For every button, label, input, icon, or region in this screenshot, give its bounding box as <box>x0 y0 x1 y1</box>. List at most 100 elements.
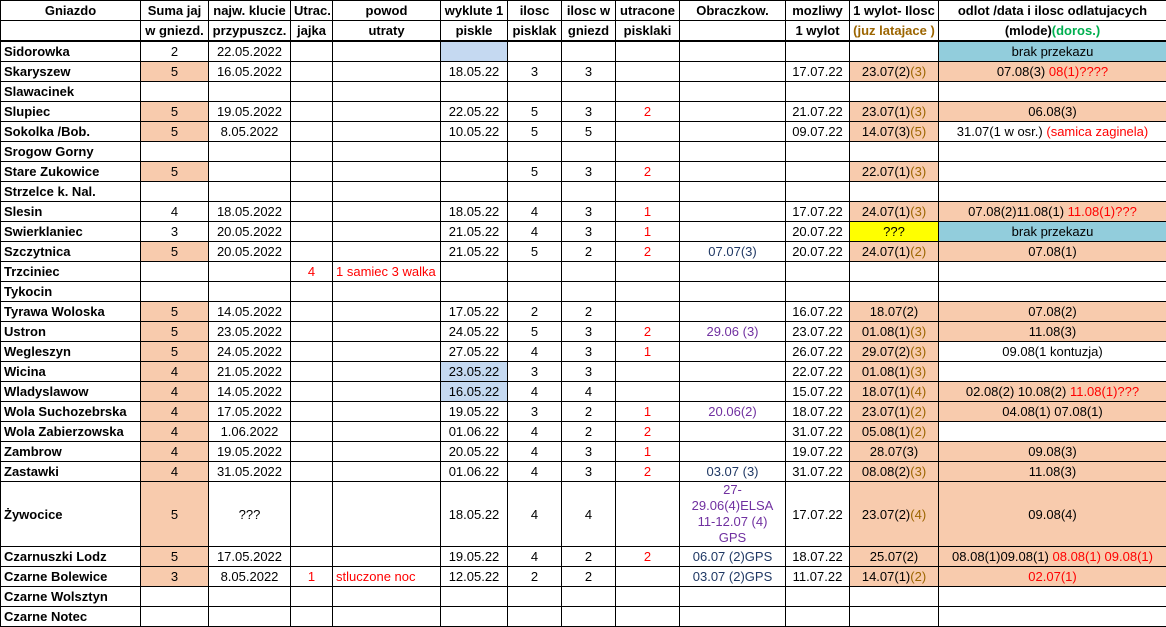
cell-wyklute <box>441 82 508 102</box>
cell-odlot: 07.08(1) <box>939 242 1166 262</box>
cell-ilosc <box>508 142 562 162</box>
cell-obr <box>680 362 786 382</box>
cell-utrac <box>291 482 333 547</box>
cell-klucie <box>209 182 291 202</box>
header-cell: 1 wylot <box>786 21 850 42</box>
cell-obr <box>680 302 786 322</box>
cell-wyklute: 24.05.22 <box>441 322 508 342</box>
cell-wylot <box>850 607 939 627</box>
cell-suma: 3 <box>141 222 209 242</box>
cell-utrac <box>291 102 333 122</box>
cell-suma: 5 <box>141 242 209 262</box>
cell-wylot: 29.07(2)(3) <box>850 342 939 362</box>
cell-obr <box>680 102 786 122</box>
odlot-text: 11.08(3) <box>1029 324 1076 339</box>
cell-ilosc <box>508 607 562 627</box>
cell-suma: 5 <box>141 322 209 342</box>
cell-odlot <box>939 282 1166 302</box>
cell-gniezd: 4 <box>562 482 616 547</box>
cell-utrac <box>291 222 333 242</box>
cell-gniezd: 2 <box>562 402 616 422</box>
cell-utracone: 1 <box>616 202 680 222</box>
cell-ilosc: 5 <box>508 162 562 182</box>
cell-mozliwy <box>786 262 850 282</box>
header-cell <box>680 21 786 42</box>
cell-gniezd <box>562 262 616 282</box>
cell-name: Slesin <box>1 202 141 222</box>
cell-klucie: 14.05.2022 <box>209 382 291 402</box>
cell-odlot <box>939 422 1166 442</box>
wylot-date: 18.07(1) <box>862 384 910 399</box>
cell-klucie: 31.05.2022 <box>209 462 291 482</box>
cell-suma: 4 <box>141 462 209 482</box>
cell-mozliwy <box>786 82 850 102</box>
cell-utracone <box>616 182 680 202</box>
cell-wylot: 24.07(1)(3) <box>850 202 939 222</box>
wylot-date: 25.07(2) <box>870 549 918 564</box>
cell-gniezd: 3 <box>562 322 616 342</box>
cell-powod <box>333 41 441 62</box>
cell-odlot: 07.08(3) 08(1)???? <box>939 62 1166 82</box>
cell-utracone <box>616 82 680 102</box>
wylot-count: (3) <box>910 204 926 219</box>
cell-mozliwy: 16.07.22 <box>786 302 850 322</box>
cell-odlot <box>939 607 1166 627</box>
cell-suma: 5 <box>141 302 209 322</box>
cell-powod <box>333 142 441 162</box>
cell-ilosc <box>508 82 562 102</box>
cell-ilosc: 5 <box>508 102 562 122</box>
odlot-text: 07.08(1) <box>1028 244 1076 259</box>
cell-suma: 4 <box>141 442 209 462</box>
wylot-date: 14.07(1) <box>862 569 910 584</box>
cell-gniezd: 4 <box>562 382 616 402</box>
wylot-count: (2) <box>910 569 926 584</box>
cell-name: Tykocin <box>1 282 141 302</box>
table-row: Szczytnica520.05.202221.05.2252207.07(3)… <box>1 242 1166 262</box>
cell-ilosc: 2 <box>508 302 562 322</box>
header-subtext: (juz latajace ) <box>853 23 935 38</box>
cell-obr <box>680 262 786 282</box>
cell-wylot: 01.08(1)(3) <box>850 362 939 382</box>
cell-wyklute: 27.05.22 <box>441 342 508 362</box>
header-cell: ilosc <box>508 1 562 21</box>
header-subtext: (doros.) <box>1052 23 1100 38</box>
table-row: Wegleszyn524.05.202227.05.2243126.07.222… <box>1 342 1166 362</box>
cell-utracone: 2 <box>616 162 680 182</box>
odlot-text: 07.08(3) <box>997 64 1049 79</box>
cell-obr <box>680 122 786 142</box>
cell-name: Czarnuszki Lodz <box>1 547 141 567</box>
cell-wylot: 24.07(1)(2) <box>850 242 939 262</box>
odlot-text: 09.08(3) <box>1028 444 1076 459</box>
cell-klucie <box>209 282 291 302</box>
cell-klucie: 18.05.2022 <box>209 202 291 222</box>
cell-utracone <box>616 567 680 587</box>
header-cell: przypuszcz. <box>209 21 291 42</box>
cell-obr: 20.06(2) <box>680 402 786 422</box>
cell-mozliwy: 21.07.22 <box>786 102 850 122</box>
table-row: Slupiec519.05.202222.05.2253221.07.2223.… <box>1 102 1166 122</box>
table-row: Tyrawa Woloska514.05.202217.05.222216.07… <box>1 302 1166 322</box>
cell-utrac <box>291 142 333 162</box>
cell-powod <box>333 402 441 422</box>
wylot-count: (3) <box>910 104 926 119</box>
table-row: Sokolka /Bob.58.05.202210.05.225509.07.2… <box>1 122 1166 142</box>
table-row: Trzciniec41 samiec 3 walka <box>1 262 1166 282</box>
cell-wylot <box>850 262 939 282</box>
cell-odlot: 04.08(1) 07.08(1) <box>939 402 1166 422</box>
table-row: Czarne Notec <box>1 607 1166 627</box>
cell-obr <box>680 282 786 302</box>
cell-klucie: 20.05.2022 <box>209 242 291 262</box>
cell-wylot: 18.07(1)(4) <box>850 382 939 402</box>
cell-gniezd <box>562 82 616 102</box>
cell-mozliwy: 31.07.22 <box>786 422 850 442</box>
cell-utracone <box>616 302 680 322</box>
cell-utrac: 1 <box>291 567 333 587</box>
wylot-date: 23.07(2) <box>862 507 910 522</box>
cell-powod <box>333 222 441 242</box>
cell-klucie: 21.05.2022 <box>209 362 291 382</box>
odlot-text: 09.08(4) <box>1028 507 1076 522</box>
cell-obr: 29.06 (3) <box>680 322 786 342</box>
cell-utrac <box>291 242 333 262</box>
cell-ilosc <box>508 182 562 202</box>
cell-mozliwy: 20.07.22 <box>786 242 850 262</box>
